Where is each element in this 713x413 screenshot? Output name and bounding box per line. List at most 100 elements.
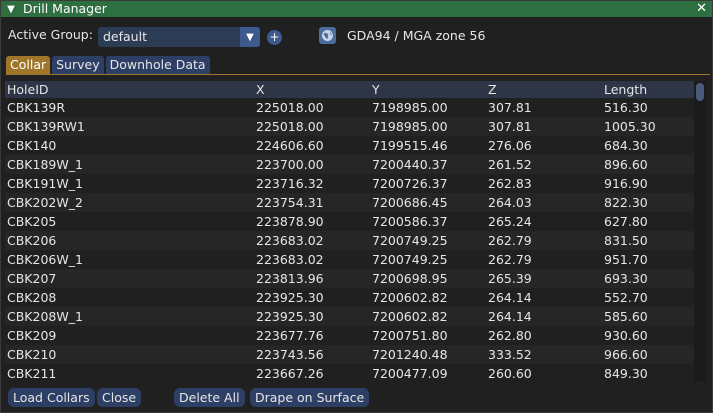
cell-y: 7200698.95 xyxy=(372,271,448,286)
column-header-length[interactable]: Length xyxy=(602,81,694,98)
cell-length: 1005.30 xyxy=(604,119,656,134)
cell-x: 223925.30 xyxy=(256,290,324,305)
cell-length: 516.30 xyxy=(604,100,648,115)
cell-y: 7198985.00 xyxy=(372,100,448,115)
cell-holeid: CBK140 xyxy=(7,138,57,153)
table-row[interactable]: CBK208W_1 223925.30 7200602.82 264.14 585.60 xyxy=(5,307,694,326)
active-group-value: default xyxy=(103,29,147,44)
cell-x: 223683.02 xyxy=(256,252,324,267)
cell-length: 896.60 xyxy=(604,157,648,172)
active-group-dropdown[interactable]: default ▼ xyxy=(98,27,260,47)
cell-y: 7200602.82 xyxy=(372,290,448,305)
cell-holeid: CBK139R xyxy=(7,100,66,115)
cell-x: 223743.56 xyxy=(256,347,324,362)
column-header-z[interactable]: Z xyxy=(486,81,602,98)
title-bar[interactable]: ▼ Drill Manager ✕ xyxy=(1,1,712,17)
cell-x: 224606.60 xyxy=(256,138,324,153)
cell-x: 223683.02 xyxy=(256,233,324,248)
cell-y: 7200477.09 xyxy=(372,366,448,381)
column-header-holeid[interactable]: HoleID xyxy=(5,81,254,98)
bottom-button-bar: Load Collars Close Delete All Drape on S… xyxy=(1,388,712,408)
cell-y: 7200686.45 xyxy=(372,195,448,210)
cell-z: 264.14 xyxy=(488,309,532,324)
active-group-label: Active Group: xyxy=(8,27,93,42)
cell-z: 264.03 xyxy=(488,195,532,210)
cell-x: 223878.90 xyxy=(256,214,324,229)
table-body: CBK139R 225018.00 7198985.00 307.81 516.30 CB… xyxy=(5,98,694,381)
cell-z: 264.14 xyxy=(488,290,532,305)
cell-y: 7200602.82 xyxy=(372,309,448,324)
cell-x: 223667.26 xyxy=(256,366,324,381)
collapse-icon[interactable]: ▼ xyxy=(4,1,18,17)
add-group-button[interactable]: + xyxy=(267,30,282,45)
column-header-y[interactable]: Y xyxy=(370,81,486,98)
cell-z: 261.52 xyxy=(488,157,532,172)
cell-holeid: CBK189W_1 xyxy=(7,157,83,172)
cell-x: 223925.30 xyxy=(256,309,324,324)
cell-length: 930.60 xyxy=(604,328,648,343)
close-icon[interactable]: ✕ xyxy=(696,1,707,17)
drill-manager-window: ▼ Drill Manager ✕ Active Group: default … xyxy=(0,0,713,413)
tab-downhole-data[interactable]: Downhole Data xyxy=(105,56,210,74)
cell-length: 552.70 xyxy=(604,290,648,305)
table-row[interactable]: CBK189W_1 223700.00 7200440.37 261.52 896.60 xyxy=(5,155,694,174)
cell-length: 585.60 xyxy=(604,309,648,324)
chevron-down-icon[interactable]: ▼ xyxy=(240,27,260,47)
cell-x: 225018.00 xyxy=(256,119,324,134)
cell-z: 262.79 xyxy=(488,252,532,267)
cell-z: 307.81 xyxy=(488,100,532,115)
close-button[interactable]: Close xyxy=(97,388,142,407)
tab-bar: Collar Survey Downhole Data xyxy=(6,56,212,74)
cell-z: 276.06 xyxy=(488,138,532,153)
drape-on-surface-button[interactable]: Drape on Surface xyxy=(250,388,370,407)
cell-length: 916.90 xyxy=(604,176,648,191)
table-row[interactable]: CBK139RW1 225018.00 7198985.00 307.81 1005.3… xyxy=(5,117,694,136)
window-title: Drill Manager xyxy=(23,1,107,16)
scrollbar-thumb[interactable] xyxy=(696,83,704,101)
cell-y: 7200726.37 xyxy=(372,176,448,191)
cell-holeid: CBK191W_1 xyxy=(7,176,83,191)
cell-length: 627.80 xyxy=(604,214,648,229)
table-row[interactable]: CBK139R 225018.00 7198985.00 307.81 516.30 xyxy=(5,98,694,117)
cell-y: 7200749.25 xyxy=(372,252,448,267)
cell-holeid: CBK209 xyxy=(7,328,57,343)
cell-z: 262.80 xyxy=(488,328,532,343)
cell-x: 223716.32 xyxy=(256,176,324,191)
cell-holeid: CBK207 xyxy=(7,271,57,286)
table-row[interactable]: CBK211 223667.26 7200477.09 260.60 849.30 xyxy=(5,364,694,381)
cell-y: 7200586.37 xyxy=(372,214,448,229)
table-row[interactable]: CBK208 223925.30 7200602.82 264.14 552.70 xyxy=(5,288,694,307)
cell-z: 260.60 xyxy=(488,366,532,381)
table-row[interactable]: CBK140 224606.60 7199515.46 276.06 684.30 xyxy=(5,136,694,155)
globe-icon[interactable] xyxy=(319,27,336,44)
cell-y: 7201240.48 xyxy=(372,347,448,362)
table-row[interactable]: CBK191W_1 223716.32 7200726.37 262.83 916.90 xyxy=(5,174,694,193)
table-row[interactable]: CBK205 223878.90 7200586.37 265.24 627.80 xyxy=(5,212,694,231)
cell-holeid: CBK206W_1 xyxy=(7,252,83,267)
table-row[interactable]: CBK202W_2 223754.31 7200686.45 264.03 822.30 xyxy=(5,193,694,212)
tab-collar[interactable]: Collar xyxy=(6,56,51,74)
tab-divider xyxy=(6,74,710,75)
cell-holeid: CBK202W_2 xyxy=(7,195,83,210)
table-row[interactable]: CBK209 223677.76 7200751.80 262.80 930.60 xyxy=(5,326,694,345)
cell-holeid: CBK210 xyxy=(7,347,57,362)
table-row[interactable]: CBK210 223743.56 7201240.48 333.52 966.60 xyxy=(5,345,694,364)
table-row[interactable]: CBK207 223813.96 7200698.95 265.39 693.30 xyxy=(5,269,694,288)
table-header: HoleID X Y Z Length xyxy=(5,81,694,98)
load-collars-button[interactable]: Load Collars xyxy=(8,388,95,407)
cell-z: 307.81 xyxy=(488,119,532,134)
cell-y: 7200440.37 xyxy=(372,157,448,172)
cell-holeid: CBK139RW1 xyxy=(7,119,85,134)
table-scrollbar[interactable] xyxy=(694,81,706,381)
cell-y: 7199515.46 xyxy=(372,138,448,153)
cell-length: 684.30 xyxy=(604,138,648,153)
cell-holeid: CBK208 xyxy=(7,290,57,305)
table-row[interactable]: CBK206 223683.02 7200749.25 262.79 831.50 xyxy=(5,231,694,250)
table-row[interactable]: CBK206W_1 223683.02 7200749.25 262.79 951.70 xyxy=(5,250,694,269)
cell-z: 265.39 xyxy=(488,271,532,286)
cell-length: 693.30 xyxy=(604,271,648,286)
tab-survey[interactable]: Survey xyxy=(52,56,104,74)
column-header-x[interactable]: X xyxy=(254,81,370,98)
collar-table: HoleID X Y Z Length CBK139R 225018.00 7198… xyxy=(5,81,694,381)
delete-all-button[interactable]: Delete All xyxy=(174,388,245,407)
